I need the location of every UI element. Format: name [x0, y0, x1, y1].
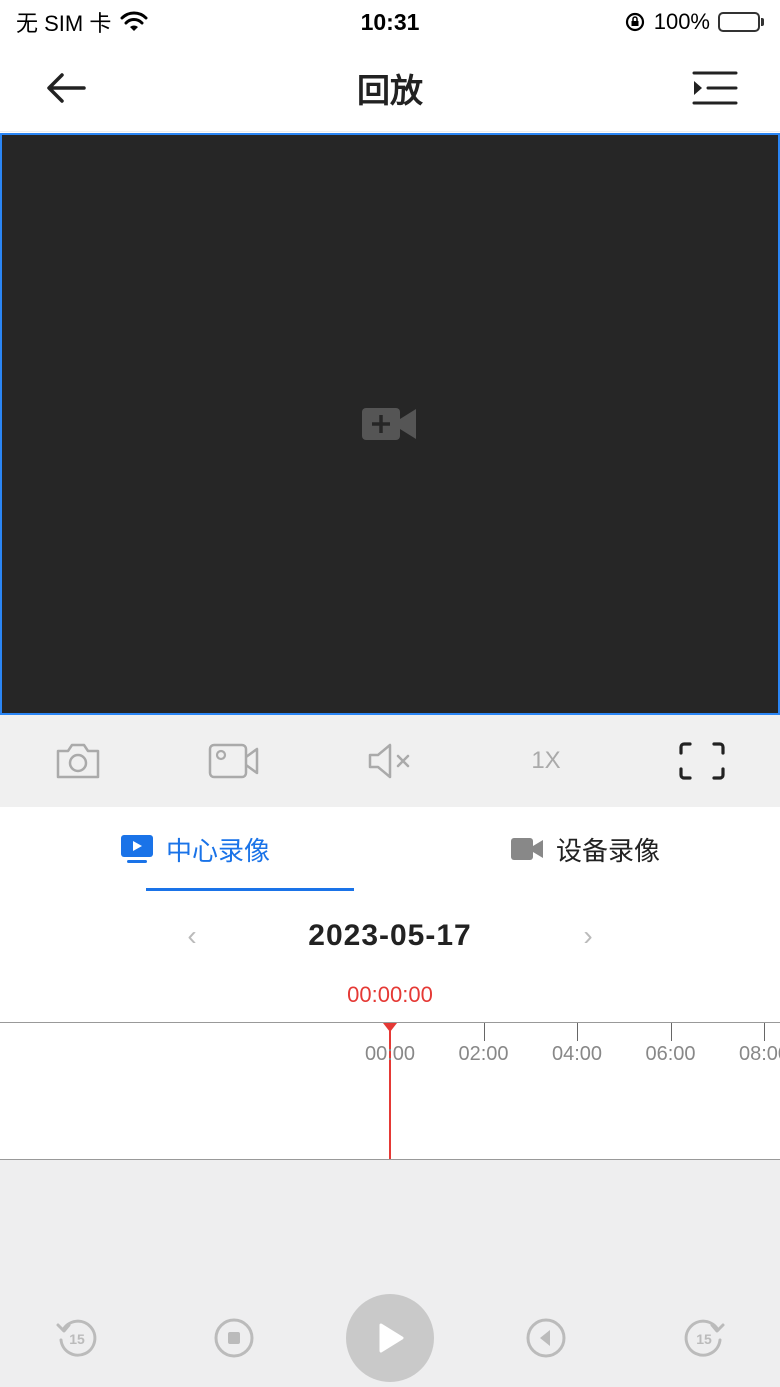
mute-button[interactable] — [360, 731, 420, 791]
next-date-button[interactable]: › — [570, 918, 606, 954]
rewind-seconds: 15 — [69, 1331, 85, 1347]
timeline-tick-label: 04:00 — [551, 1043, 603, 1065]
rewind-15-icon: 15 — [56, 1319, 97, 1357]
prev-date-button[interactable]: ‹ — [174, 918, 210, 954]
fullscreen-button[interactable] — [672, 731, 732, 791]
video-player[interactable] — [0, 133, 780, 715]
timeline-tick-label: 00:00 — [364, 1043, 416, 1065]
timeline-tick-label: 02:00 — [458, 1043, 509, 1065]
wifi-icon — [120, 11, 148, 31]
playback-controls: 15 15 — [0, 1290, 780, 1386]
timeline[interactable]: 00:00 02:00 04:00 06:00 08:00 — [0, 1022, 780, 1160]
video-record-icon — [208, 743, 259, 779]
tab-center-record[interactable]: 中心录像 — [0, 807, 390, 891]
carrier-label: 无 SIM 卡 — [16, 11, 112, 36]
timeline-tick — [483, 1023, 485, 1041]
forward-seconds: 15 — [696, 1331, 712, 1347]
monitor-play-icon — [120, 835, 153, 863]
add-camera-icon[interactable] — [362, 406, 418, 442]
play-icon — [379, 1323, 404, 1353]
timeline-tick-label: 06:00 — [645, 1043, 696, 1065]
arrow-left-icon[interactable] — [40, 66, 96, 110]
playback-area: 15 15 — [0, 1160, 780, 1387]
page-title: 回放 — [357, 71, 423, 109]
status-right: 100% — [624, 9, 764, 35]
tab-device-record-label: 设备录像 — [555, 835, 660, 866]
timeline-tick — [577, 1023, 578, 1041]
nav-bar: 回放 — [0, 44, 780, 132]
stop-button[interactable] — [210, 1314, 258, 1362]
speed-label: 1X — [531, 747, 561, 774]
speaker-muted-icon — [368, 743, 410, 779]
orientation-lock-icon — [625, 12, 644, 32]
status-bar: 无 SIM 卡 10:31 100% — [0, 0, 780, 44]
snapshot-button[interactable] — [48, 731, 108, 791]
forward-button[interactable]: 15 — [680, 1314, 728, 1362]
tab-device-record[interactable]: 设备录像 — [390, 807, 780, 891]
date-label[interactable]: 2023-05-17 — [308, 919, 471, 953]
control-bar: 1X — [0, 715, 780, 807]
timeline-tick — [670, 1023, 672, 1041]
camera-icon — [56, 743, 100, 779]
current-time: 00:00:00 — [347, 982, 433, 1007]
video-camera-icon — [510, 838, 543, 860]
speed-button[interactable]: 1X — [516, 731, 576, 791]
stop-icon — [214, 1318, 254, 1358]
step-back-button[interactable] — [522, 1314, 570, 1362]
tab-center-record-label: 中心录像 — [165, 835, 270, 866]
record-source-tabs: 中心录像 设备录像 — [0, 807, 780, 891]
play-button[interactable] — [346, 1294, 434, 1382]
date-selector: ‹ 2023-05-17 › — [0, 900, 780, 972]
timeline-tick — [764, 1023, 765, 1041]
list-menu-icon[interactable] — [688, 66, 740, 110]
battery-percent: 100% — [653, 9, 710, 34]
battery-charging-icon — [718, 12, 764, 32]
step-back-icon — [526, 1318, 566, 1358]
status-left: 无 SIM 卡 — [16, 6, 149, 38]
rewind-button[interactable]: 15 — [53, 1314, 101, 1362]
record-button[interactable] — [204, 731, 264, 791]
timeline-tick-label: 08:00 — [738, 1043, 780, 1065]
fullscreen-icon — [679, 742, 725, 780]
forward-15-icon: 15 — [684, 1319, 725, 1357]
